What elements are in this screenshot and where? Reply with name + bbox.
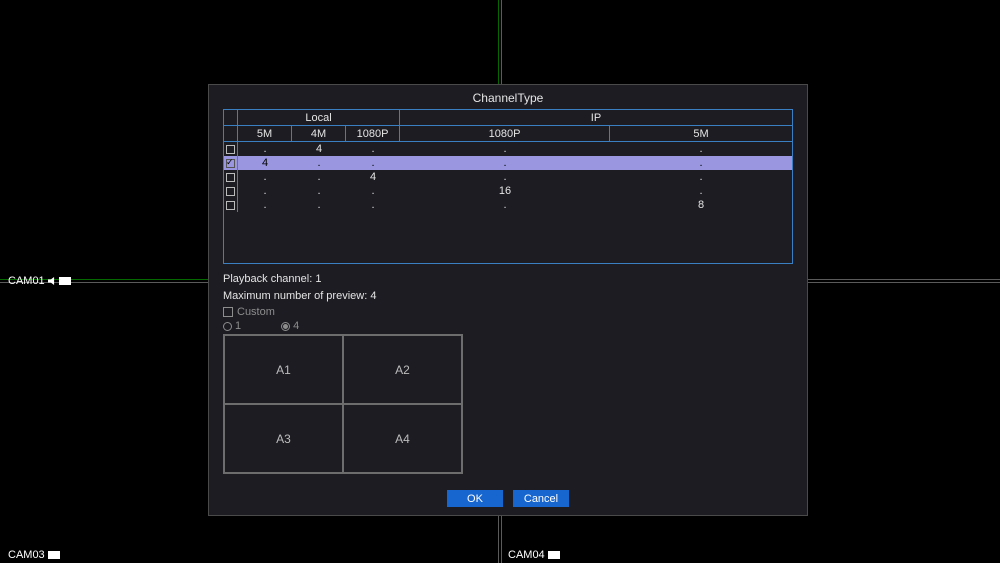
row-checkbox[interactable]	[226, 173, 235, 182]
table-corner	[224, 110, 238, 126]
preview-cell-a3[interactable]: A3	[224, 404, 343, 473]
group-header-ip: IP	[400, 110, 793, 126]
col-header-1080p-local: 1080P	[346, 126, 400, 142]
radio-4[interactable]: 4	[281, 320, 299, 332]
ok-button[interactable]: OK	[447, 490, 503, 507]
camera-icon	[48, 551, 60, 559]
cam-label-4: CAM04	[508, 549, 560, 561]
preview-cell-a1[interactable]: A1	[224, 335, 343, 404]
row-checkbox[interactable]	[226, 201, 235, 210]
dialog-button-row: OK Cancel	[209, 490, 807, 507]
custom-label: Custom	[237, 306, 275, 318]
radio-1[interactable]: 1	[223, 320, 241, 332]
max-preview-info: Maximum number of preview: 4	[223, 289, 793, 304]
cam-label-1-text: CAM01	[8, 275, 45, 287]
col-header-1080p-ip: 1080P	[400, 126, 610, 142]
cam-label-4-text: CAM04	[508, 549, 545, 561]
col-header-4m: 4M	[292, 126, 346, 142]
channel-config-table: Local IP 5M 4M 1080P 1080P 5M .4...4....…	[223, 109, 793, 264]
custom-checkbox-row[interactable]: Custom	[223, 306, 807, 318]
row-checkbox[interactable]	[226, 187, 235, 196]
cam-label-1: CAM01	[8, 275, 71, 287]
group-header-local: Local	[238, 110, 400, 126]
row-checkbox[interactable]	[226, 145, 235, 154]
channel-type-dialog: ChannelType Local IP 5M 4M 1080P 1080P 5…	[208, 84, 808, 516]
preview-grid: A1 A2 A3 A4	[223, 334, 463, 474]
preview-layout-radios: 1 4	[223, 320, 807, 332]
custom-checkbox[interactable]	[223, 307, 233, 317]
radio-4-label: 4	[293, 320, 299, 332]
table-row[interactable]: ....8	[224, 198, 793, 212]
speaker-icon	[48, 277, 56, 285]
row-checkbox[interactable]	[226, 159, 235, 168]
table-row[interactable]: ...16.	[224, 184, 793, 198]
preview-cell-a2[interactable]: A2	[343, 335, 462, 404]
col-header-5m-ip: 5M	[610, 126, 793, 142]
checkbox-header	[224, 126, 238, 142]
table-row[interactable]: ..4..	[224, 170, 793, 184]
radio-4-dot	[281, 322, 290, 331]
playback-channel-info: Playback channel: 1	[223, 272, 793, 287]
radio-1-dot	[223, 322, 232, 331]
radio-1-label: 1	[235, 320, 241, 332]
cam-label-3-text: CAM03	[8, 549, 45, 561]
table-row[interactable]: 4....	[224, 156, 793, 170]
cam-label-3: CAM03	[8, 549, 60, 561]
camera-icon	[548, 551, 560, 559]
camera-icon	[59, 277, 71, 285]
cancel-button[interactable]: Cancel	[513, 490, 569, 507]
dialog-title: ChannelType	[209, 85, 807, 109]
col-header-5m-local: 5M	[238, 126, 292, 142]
table-row[interactable]: .4...	[224, 142, 793, 156]
preview-cell-a4[interactable]: A4	[343, 404, 462, 473]
